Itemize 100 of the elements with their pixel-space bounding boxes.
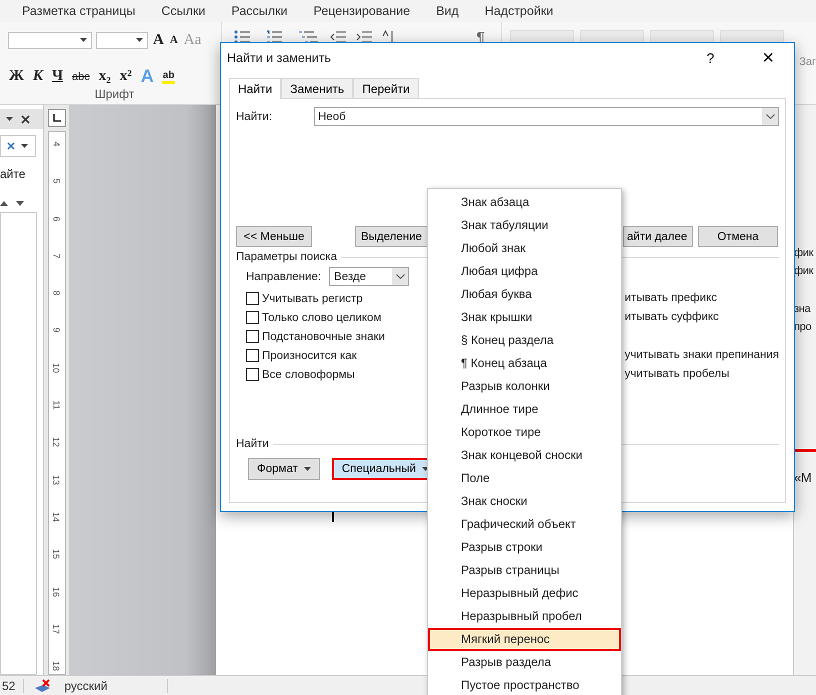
menu-item[interactable]: § Конец раздела xyxy=(428,329,621,352)
subscript-button[interactable]: x₂ xyxy=(98,68,112,85)
decrease-indent-icon[interactable] xyxy=(330,30,346,44)
chevron-down-icon xyxy=(396,274,405,279)
option-text: зна xyxy=(794,303,812,317)
ruler-number: 4 xyxy=(50,142,62,146)
menu-item[interactable]: Короткое тире xyxy=(428,421,621,444)
chevron-down-icon xyxy=(766,114,774,119)
menu-item[interactable]: Любая цифра xyxy=(428,260,621,283)
dialog-button[interactable]: айти далее xyxy=(623,226,693,247)
ribbon-tab[interactable]: Ссылки xyxy=(161,4,206,18)
dropdown-button[interactable]: Формат xyxy=(248,458,320,480)
caret-icon xyxy=(136,38,143,42)
field-label: Найти: xyxy=(236,110,274,122)
direction-dropdown[interactable]: Везде xyxy=(329,267,410,286)
checkbox-label[interactable]: учитывать пробелы xyxy=(624,365,779,384)
ribbon-tab[interactable]: Рецензирование xyxy=(314,4,410,18)
page-count: 52 xyxy=(0,679,24,693)
grow-font-button[interactable]: A xyxy=(152,32,165,48)
font-size-field[interactable] xyxy=(96,32,148,48)
checkbox[interactable] xyxy=(246,349,259,362)
ruler-number: 11 xyxy=(50,400,62,410)
language-indicator[interactable]: русский xyxy=(52,679,168,693)
checkbox-label[interactable]: Произносится как xyxy=(262,350,357,362)
menu-item[interactable]: Любая буква xyxy=(428,283,621,306)
field-label: Направление: xyxy=(246,270,322,282)
clear-icon[interactable] xyxy=(7,142,15,150)
ribbon-tab[interactable]: Вид xyxy=(436,4,459,18)
superscript-button[interactable]: x² xyxy=(118,68,133,85)
left-tab-icon xyxy=(52,114,60,122)
checkbox[interactable] xyxy=(246,292,259,305)
underline-button[interactable]: Ч xyxy=(51,68,64,85)
checkbox-label[interactable]: Только слово целиком xyxy=(262,312,382,324)
ruler-number: 5 xyxy=(50,178,62,184)
checkbox-label[interactable]: Учитывать регистр xyxy=(262,292,363,304)
multilevel-list-icon[interactable] xyxy=(298,30,320,44)
search-field[interactable] xyxy=(0,135,36,157)
checkbox-label[interactable]: итывать суффикс xyxy=(624,308,779,327)
document-text: «М xyxy=(794,470,812,485)
menu-item[interactable]: ¶ Конец абзаца xyxy=(428,352,621,375)
ruler-number: 10 xyxy=(50,362,62,373)
group-label: Шрифт xyxy=(94,87,136,101)
tab-selector[interactable] xyxy=(48,109,66,127)
font-name-field[interactable] xyxy=(8,32,92,48)
section-title: Параметры поиска xyxy=(236,251,337,263)
caret-icon xyxy=(80,38,87,42)
menu-item[interactable]: Знак крышки xyxy=(428,306,621,329)
menu-item[interactable]: Разрыв строки xyxy=(428,536,621,559)
checkbox[interactable] xyxy=(246,368,259,381)
find-field[interactable]: Необ xyxy=(314,107,779,126)
checkbox-label[interactable]: итывать префикс xyxy=(624,289,779,308)
dialog-button[interactable]: << Меньше xyxy=(236,226,312,247)
section-title: Найти xyxy=(236,438,269,450)
strikethrough-button[interactable]: abc xyxy=(71,70,91,82)
caret-icon xyxy=(304,467,311,471)
caret-icon xyxy=(21,144,28,148)
ruler-number: 13 xyxy=(50,474,62,485)
ruler-number: 16 xyxy=(50,586,62,597)
ruler-number: 9 xyxy=(50,328,62,333)
nav-pane-text: айте xyxy=(0,167,26,181)
ruler-number: 6 xyxy=(50,216,62,222)
menu-item[interactable]: Графический объект xyxy=(428,513,621,536)
ruler-number: 12 xyxy=(50,437,62,448)
help-button[interactable]: ? xyxy=(700,49,720,67)
close-icon[interactable] xyxy=(21,114,30,124)
ribbon-tab[interactable]: Разметка страницы xyxy=(22,4,136,18)
shrink-font-button[interactable]: A xyxy=(168,34,179,46)
menu-item[interactable]: Длинное тире xyxy=(428,398,621,421)
checkbox[interactable] xyxy=(246,311,259,324)
menu-item[interactable]: Разрыв колонки xyxy=(428,375,621,398)
down-arrow-icon[interactable] xyxy=(16,201,24,206)
ribbon-tab[interactable]: Рассылки xyxy=(231,4,288,18)
checkbox-label[interactable]: Все словоформы xyxy=(262,368,355,380)
menu-item[interactable]: Знак сноски xyxy=(428,490,621,513)
style-label: Заг xyxy=(799,56,816,70)
caret-icon xyxy=(6,117,13,121)
checkbox[interactable] xyxy=(246,330,259,343)
dialog-tab[interactable]: Заменить xyxy=(281,78,354,98)
dialog-tab[interactable]: Найти xyxy=(229,78,282,99)
checkbox-label[interactable]: Подстановочные знаки xyxy=(262,330,385,342)
spelling-book-icon[interactable] xyxy=(34,679,52,693)
increase-indent-icon[interactable] xyxy=(356,30,372,44)
menu-item[interactable]: Разрыв раздела xyxy=(428,651,621,674)
menu-item[interactable]: Неразрывный пробел xyxy=(428,605,621,628)
dialog-button[interactable]: Отмена xyxy=(698,226,778,247)
up-arrow-icon[interactable] xyxy=(0,201,8,206)
ribbon-tab[interactable]: Надстройки xyxy=(484,4,554,18)
menu-item[interactable]: Знак абзаца xyxy=(428,191,621,214)
checkbox-label[interactable]: учитывать знаки препинания xyxy=(624,346,779,365)
close-button[interactable]: × xyxy=(756,46,780,70)
ruler-number: 8 xyxy=(50,290,62,296)
menu-item[interactable]: Пустое пространство xyxy=(428,674,621,695)
italic-button[interactable]: К xyxy=(32,68,44,85)
dialog-tab[interactable]: Перейти xyxy=(353,78,419,98)
bold-button[interactable]: Ж xyxy=(8,68,25,85)
ruler-number: 14 xyxy=(50,512,62,522)
menu-item[interactable]: Разрыв страницы xyxy=(428,559,621,582)
menu-item[interactable]: Мягкий перенос xyxy=(428,628,621,651)
highlight-button[interactable]: ab xyxy=(162,70,176,84)
menu-item[interactable]: Неразрывный дефис xyxy=(428,582,621,605)
